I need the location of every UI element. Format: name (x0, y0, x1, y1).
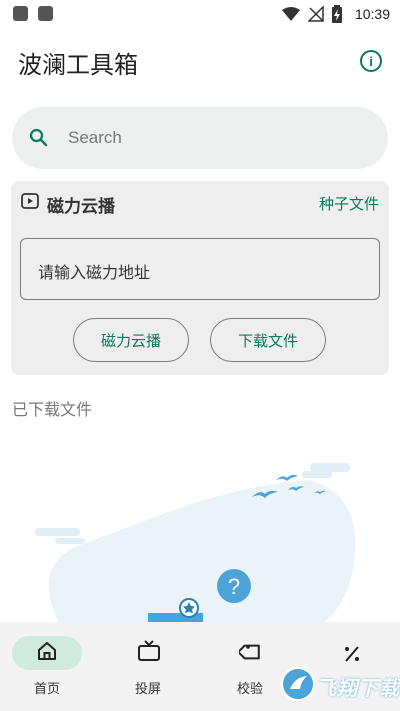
download-file-button[interactable]: 下载文件 (210, 318, 326, 362)
play-video-icon (21, 193, 39, 209)
no-signal-icon (308, 6, 324, 22)
tv-icon[interactable] (137, 640, 161, 662)
battery-icon (332, 5, 342, 23)
tag-icon[interactable] (239, 640, 263, 664)
search-input[interactable]: Search (68, 128, 122, 148)
nav-item-home[interactable]: 首页 (34, 678, 60, 697)
torrent-file-link[interactable]: 种子文件 (319, 193, 379, 214)
info-icon: i (369, 53, 373, 69)
magnet-url-placeholder: 请输入磁力地址 (38, 265, 151, 282)
status-time: 10:39 (354, 6, 390, 22)
watermark-text: 飞翔下载 (316, 678, 400, 700)
app-title: 波澜工具箱 (18, 52, 138, 79)
empty-state-illustration: ? (35, 463, 356, 625)
notification-icon (38, 6, 53, 21)
notification-icon (13, 6, 28, 21)
wifi-icon (282, 7, 300, 21)
status-bar: 10:39 (0, 0, 400, 30)
watermark-logo (281, 667, 315, 701)
home-icon[interactable] (36, 640, 58, 662)
svg-text:?: ? (228, 574, 240, 599)
info-button[interactable]: i (360, 50, 382, 72)
search-icon (29, 128, 48, 147)
downloaded-files-heading: 已下载文件 (12, 402, 93, 419)
nav-item-verify[interactable]: 校验 (237, 678, 263, 697)
magnet-card-title: 磁力云播 (47, 197, 115, 216)
nav-item-cast[interactable]: 投屏 (135, 678, 161, 697)
percent-icon[interactable] (342, 644, 362, 664)
magnet-play-button[interactable]: 磁力云播 (73, 318, 189, 362)
